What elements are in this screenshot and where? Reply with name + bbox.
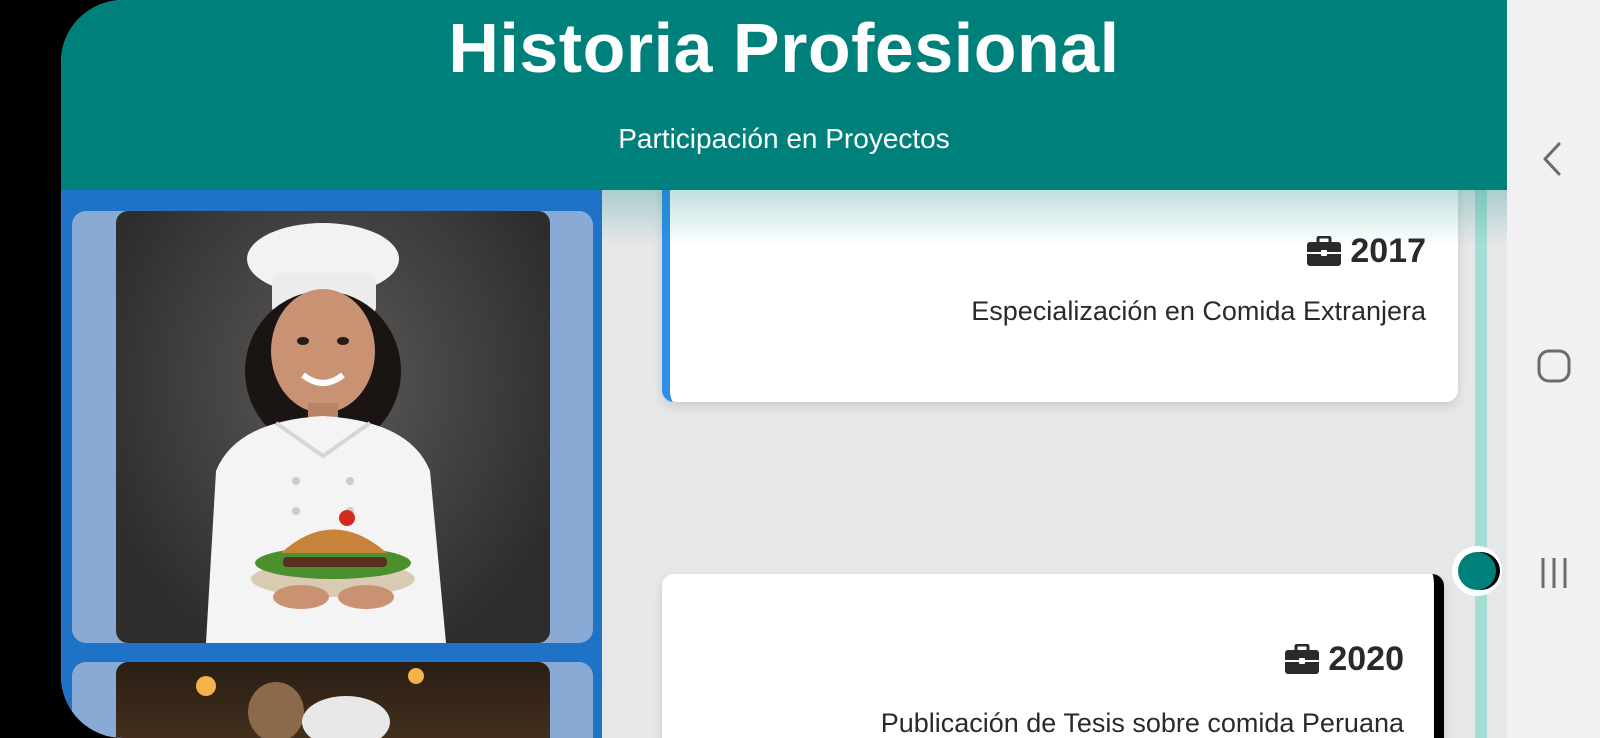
page-header: Historia Profesional Participación en Pr…: [61, 0, 1507, 190]
header-shadow: [602, 190, 1507, 245]
page-subtitle: Participación en Proyectos: [618, 123, 950, 154]
timeline-line: [1475, 190, 1487, 738]
timeline-dot: [1452, 546, 1502, 596]
timeline-card[interactable]: 2020 Publicación de Tesis sobre comida P…: [662, 574, 1444, 738]
photo-card[interactable]: [72, 662, 593, 738]
home-icon[interactable]: [1531, 343, 1577, 389]
timeline-description: Especialización en Comida Extranjera: [971, 296, 1426, 326]
page-title: Historia Profesional: [448, 9, 1120, 87]
app-screen: Historia Profesional Participación en Pr…: [61, 0, 1507, 738]
recents-icon[interactable]: [1531, 550, 1577, 596]
timeline-description: Publicación de Tesis sobre comida Peruan…: [880, 708, 1404, 738]
timeline: 2017 Especialización en Comida Extranjer…: [602, 170, 1507, 738]
photo-card[interactable]: [72, 211, 593, 643]
year-label: 2020: [1328, 640, 1404, 678]
timeline-dot-inner: [1458, 552, 1496, 590]
timeline-year: 2020: [1284, 640, 1404, 679]
chef-photo: [116, 211, 550, 643]
system-navigation-bar: [1507, 0, 1600, 738]
back-icon[interactable]: [1531, 136, 1577, 182]
briefcase-icon: [1285, 643, 1320, 674]
chef-photo: [116, 662, 550, 738]
photo-gallery: [61, 190, 602, 738]
